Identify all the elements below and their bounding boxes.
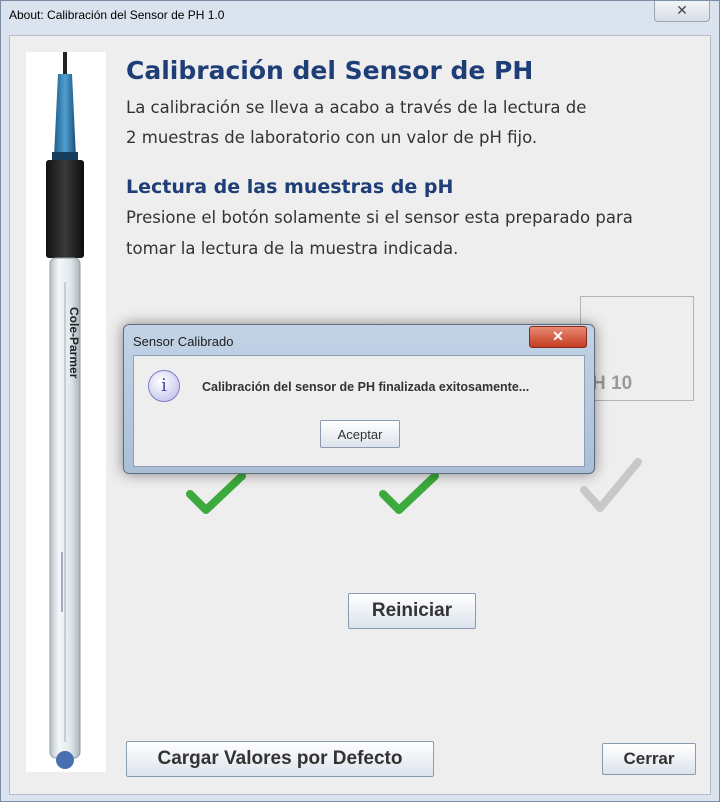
dialog-message: Calibración del sensor de PH finalizada …: [202, 380, 530, 394]
window-title: About: Calibración del Sensor de PH 1.0: [9, 8, 225, 22]
page-title: Calibración del Sensor de PH: [126, 56, 534, 85]
dialog-body: i Calibración del sensor de PH finalizad…: [133, 355, 585, 467]
reset-button[interactable]: Reiniciar: [348, 593, 476, 629]
sample-2-check-icon: [379, 472, 439, 514]
section-heading: Lectura de las muestras de pH: [126, 176, 454, 198]
info-icon: i: [148, 370, 180, 402]
sample-1-check-icon: [186, 472, 246, 514]
intro-text-line-2: 2 muestras de laboratorio con un valor d…: [126, 128, 538, 147]
dialog-close-button[interactable]: ✕: [529, 326, 587, 348]
dialog-title: Sensor Calibrado: [133, 334, 234, 349]
instruction-text-line-1: Presione el botón solamente si el sensor…: [126, 208, 633, 227]
calibration-dialog: Sensor Calibrado ✕ i Calibración del sen…: [123, 324, 595, 474]
intro-text-line-1: La calibración se lleva a acabo a través…: [126, 98, 587, 117]
window-close-button[interactable]: ✕: [654, 1, 710, 22]
ph-probe-illustration: Cole-Parmer: [46, 52, 84, 769]
ph-probe-image: Cole-Parmer: [26, 52, 106, 772]
close-button[interactable]: Cerrar: [602, 743, 696, 775]
instruction-text-line-2: tomar la lectura de la muestra indicada.: [126, 239, 459, 258]
probe-brand-label: Cole-Parmer: [67, 307, 81, 379]
sample-3-label: H 10: [592, 373, 633, 394]
dialog-ok-button[interactable]: Aceptar: [320, 420, 400, 448]
load-defaults-button[interactable]: Cargar Valores por Defecto: [126, 741, 434, 777]
